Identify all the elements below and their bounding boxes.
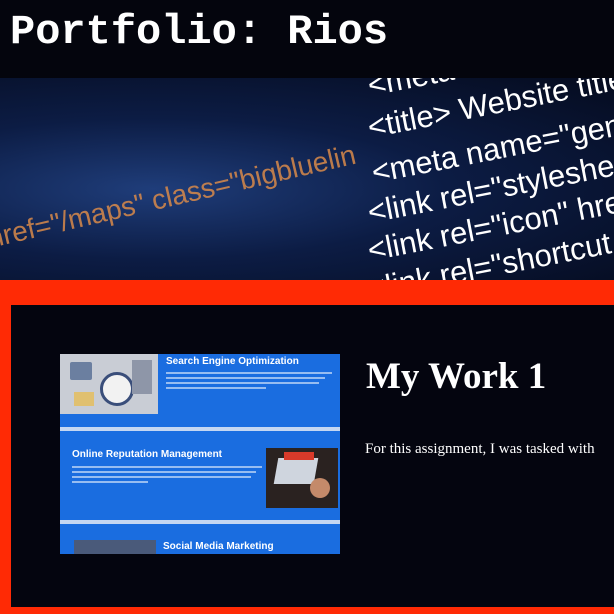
site-header: Portfolio: Rios: [0, 0, 614, 78]
work-title: My Work 1: [366, 356, 547, 397]
work-thumbnail-image[interactable]: Search Engine Optimization Online Reputa…: [60, 354, 340, 554]
thumbnail-divider: [60, 427, 340, 431]
page-title: Portfolio: Rios: [10, 8, 389, 56]
work-section-frame: Search Engine Optimization Online Reputa…: [0, 280, 614, 614]
thumbnail-section-heading: Social Media Marketing: [163, 541, 274, 552]
thumbnail-section-heading: Search Engine Optimization: [166, 356, 299, 367]
thumbnail-text-lines: [166, 372, 332, 392]
seo-photo: [60, 354, 158, 414]
social-photo: [74, 540, 156, 554]
hero-banner-image: <meta title <title> Website title <meta …: [0, 78, 614, 280]
code-background-image: <meta title <title> Website title <meta …: [0, 78, 614, 280]
work-card: Search Engine Optimization Online Reputa…: [11, 305, 614, 607]
thumbnail-divider: [60, 520, 340, 524]
reputation-photo: [266, 448, 338, 508]
thumbnail-section-heading: Online Reputation Management: [72, 449, 223, 460]
work-description: For this assignment, I was tasked with: [365, 441, 595, 457]
code-line: href="/maps" class="bigbluelin: [0, 139, 359, 254]
thumbnail-text-lines: [72, 466, 262, 486]
